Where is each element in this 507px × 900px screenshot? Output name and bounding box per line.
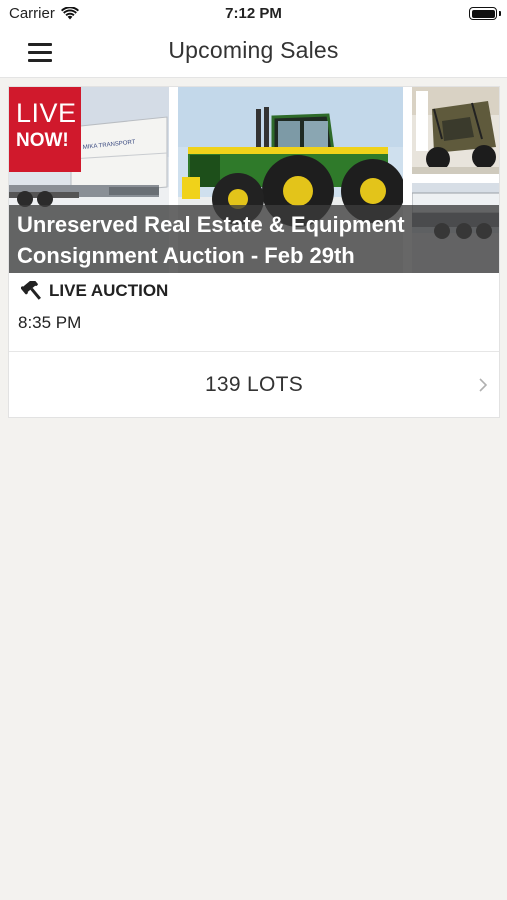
gavel-icon (21, 281, 41, 300)
page-title: Upcoming Sales (168, 37, 339, 63)
sale-title[interactable]: Unreserved Real Estate & Equipment Consi… (17, 209, 487, 271)
auction-type: LIVE AUCTION (21, 281, 168, 301)
auction-time: 8:35 PM (18, 313, 82, 332)
live-badge-line2: NOW! (16, 130, 69, 151)
live-now-badge: LIVE NOW! (9, 87, 81, 172)
utv-photo (412, 87, 499, 174)
status-bar: Carrier 7:12 PM (0, 0, 507, 28)
live-badge-line1: LIVE (16, 98, 77, 128)
lots-button[interactable]: 139 LOTS (9, 352, 499, 418)
screen: Carrier 7:12 PM Upcoming Sales MIKA TRAN… (0, 0, 507, 900)
battery-icon (469, 7, 497, 20)
status-time: 7:12 PM (225, 5, 282, 22)
battery-tip (499, 11, 501, 16)
chevron-right-icon (479, 378, 487, 392)
auction-type-label: LIVE AUCTION (49, 281, 169, 300)
lots-count: 139 LOTS (204, 373, 304, 396)
sale-card[interactable]: MIKA TRANSPORT LIVE NOW! Unreserved Real… (8, 86, 500, 418)
sale-hero[interactable]: MIKA TRANSPORT LIVE NOW! Unreserved Real… (9, 87, 499, 273)
nav-bar: Upcoming Sales (0, 28, 507, 78)
